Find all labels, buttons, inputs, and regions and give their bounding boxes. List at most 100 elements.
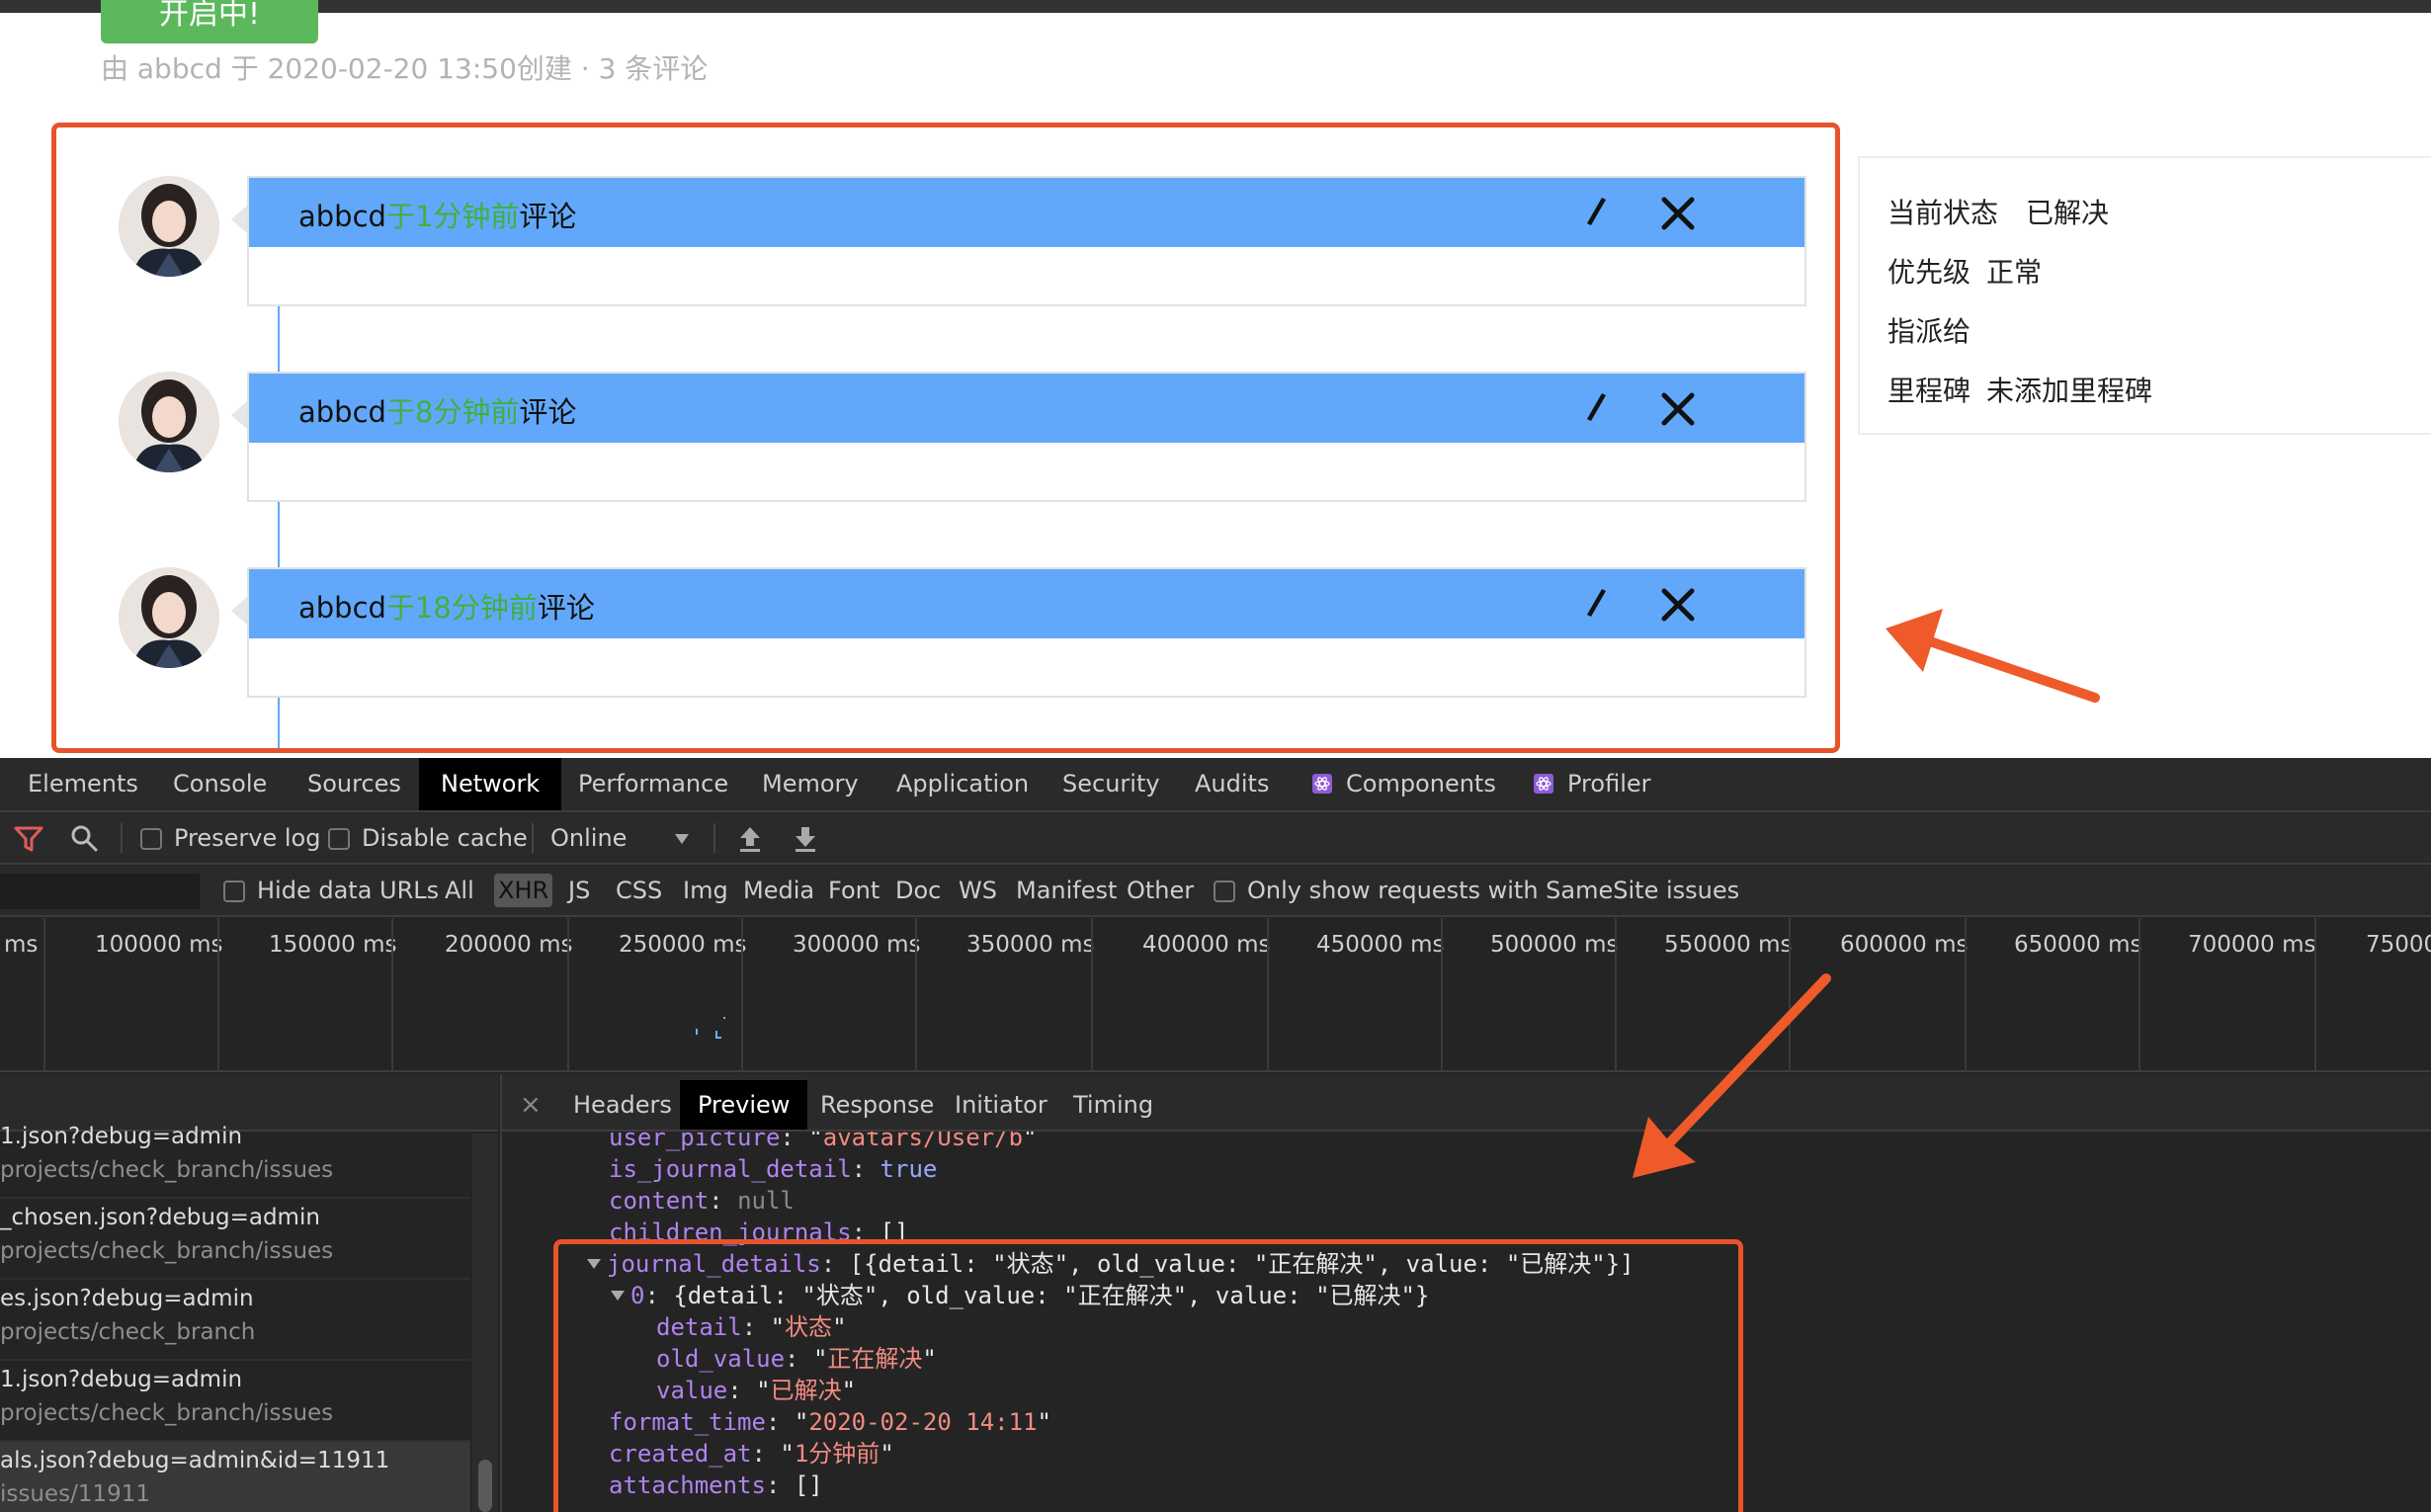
timeline-tick-label: 350000 ms: [966, 932, 1095, 958]
tab-preview[interactable]: Preview: [680, 1080, 808, 1130]
side-row-assignee: 指派给: [1887, 315, 1971, 348]
timeline-tick-label: 700000 ms: [2188, 932, 2316, 958]
request-list-scrollbar[interactable]: [472, 1134, 498, 1512]
import-har-icon[interactable]: [737, 825, 763, 853]
timeline-tick-label: 600000 ms: [1840, 932, 1969, 958]
filter-type-js[interactable]: JS: [568, 866, 590, 915]
tab-headers[interactable]: Headers: [555, 1080, 690, 1130]
detail-tab-bar: × Headers Preview Response Initiator Tim…: [502, 1074, 2431, 1132]
tab-memory[interactable]: Memory: [740, 758, 880, 810]
samesite-filter-checkbox[interactable]: Only show requests with SameSite issues: [1214, 866, 1739, 915]
json-line: content: null: [609, 1187, 795, 1215]
filter-type-css[interactable]: CSS: [616, 866, 662, 915]
timeline-gridline: [567, 918, 569, 1072]
checkbox-box[interactable]: [1214, 881, 1235, 902]
request-name: es.json?debug=admin: [0, 1286, 254, 1311]
network-toolbar: Preserve log Disable cache Online: [0, 813, 2431, 865]
filter-type-xhr[interactable]: XHR: [494, 874, 553, 907]
tab-initiator[interactable]: Initiator: [937, 1080, 1065, 1130]
timeline-tick-label: 100000 ms: [95, 932, 223, 958]
tab-timing[interactable]: Timing: [1055, 1080, 1171, 1130]
timeline-gridline: [1091, 918, 1093, 1072]
filter-type-doc[interactable]: Doc: [895, 866, 941, 915]
json-line: user_picture: "avatars/User/b": [609, 1132, 1038, 1151]
filter-icon[interactable]: [14, 825, 43, 853]
filter-type-img[interactable]: Img: [683, 866, 728, 915]
network-filter-bar: Hide data URLs All XHR JS CSS Img Media …: [0, 866, 2431, 917]
timeline-gridline: [1267, 918, 1269, 1072]
side-row-milestone: 里程碑 未添加里程碑: [1887, 375, 2153, 407]
tab-console[interactable]: Console: [151, 758, 289, 810]
timeline-tick-label: 300000 ms: [793, 932, 921, 958]
request-row[interactable]: 1.json?debug=admin projects/check_branch…: [0, 1361, 470, 1442]
tab-application[interactable]: Application: [875, 758, 1050, 810]
network-overview-timeline[interactable]: ms 100000 ms 150000 ms 200000 ms 250000 …: [0, 918, 2431, 1072]
request-list: 1.json?debug=admin projects/check_branch…: [0, 1074, 498, 1512]
comments-highlight-box: [51, 123, 1840, 753]
tab-elements[interactable]: Elements: [6, 758, 160, 810]
screenshot-root: 开启中! 由 abbcd 于 2020-02-20 13:50创建 · 3 条评…: [0, 0, 2431, 1512]
chevron-down-icon[interactable]: [674, 833, 690, 845]
hide-data-urls-checkbox[interactable]: Hide data URLs: [223, 866, 439, 915]
request-name: 1.json?debug=admin: [0, 1124, 243, 1149]
request-row-selected[interactable]: als.json?debug=admin&id=11911 issues/119…: [0, 1442, 470, 1512]
request-row[interactable]: es.json?debug=admin projects/check_branc…: [0, 1280, 470, 1361]
issue-meta: 由 abbcd 于 2020-02-20 13:50创建 · 3 条评论: [101, 52, 709, 85]
tab-performance[interactable]: Performance: [556, 758, 750, 810]
timeline-gridline: [2314, 918, 2316, 1072]
timeline-tick-label: 500000 ms: [1490, 932, 1619, 958]
timeline-gridline: [1615, 918, 1617, 1072]
search-icon[interactable]: [69, 823, 99, 853]
request-path: projects/check_branch: [0, 1319, 256, 1345]
side-row-priority: 优先级 正常: [1887, 256, 2043, 289]
checkbox-box[interactable]: [223, 881, 245, 902]
timeline-gridline: [1441, 918, 1443, 1072]
tab-profiler-label: Profiler: [1567, 770, 1651, 798]
tab-network[interactable]: Network: [419, 758, 562, 810]
filter-type-media[interactable]: Media: [743, 866, 814, 915]
request-path: projects/check_branch/issues: [0, 1400, 334, 1426]
filter-type-ws[interactable]: WS: [959, 866, 997, 915]
request-name: 1.json?debug=admin: [0, 1367, 243, 1392]
request-path: projects/check_branch/issues: [0, 1238, 334, 1264]
timeline-gridline: [1789, 918, 1791, 1072]
checkbox-box[interactable]: [328, 828, 350, 850]
export-har-icon[interactable]: [793, 825, 818, 853]
request-row[interactable]: _chosen.json?debug=admin projects/check_…: [0, 1199, 470, 1280]
tab-profiler[interactable]: Profiler: [1512, 758, 1673, 810]
side-row-status: 当前状态 已解决: [1887, 197, 2110, 229]
filter-type-font[interactable]: Font: [828, 866, 880, 915]
request-marks: [696, 1017, 725, 1039]
toolbar-separator: [121, 823, 123, 853]
tab-sources[interactable]: Sources: [286, 758, 423, 810]
tab-audits[interactable]: Audits: [1173, 758, 1291, 810]
tab-response[interactable]: Response: [802, 1080, 952, 1130]
browser-top-bar: [0, 0, 2431, 13]
timeline-gridline: [741, 918, 743, 1072]
scrollbar-thumb[interactable]: [478, 1460, 492, 1512]
tab-components-label: Components: [1346, 770, 1496, 798]
disable-cache-checkbox[interactable]: Disable cache: [328, 813, 528, 863]
request-name: _chosen.json?debug=admin: [0, 1205, 320, 1230]
filter-input[interactable]: [0, 874, 200, 909]
request-path: issues/11911: [0, 1481, 150, 1507]
timeline-tick-label: 75000: [2366, 932, 2431, 958]
filter-type-all[interactable]: All: [445, 866, 474, 915]
issue-status-button[interactable]: 开启中!: [101, 0, 318, 43]
timeline-tick-label: 250000 ms: [619, 932, 747, 958]
timeline-tick-label: 650000 ms: [2014, 932, 2142, 958]
filter-type-manifest[interactable]: Manifest: [1016, 866, 1117, 915]
timeline-tick-label: 150000 ms: [269, 932, 397, 958]
timeline-gridline: [2138, 918, 2140, 1072]
checkbox-box[interactable]: [140, 828, 162, 850]
json-line: is_journal_detail: true: [609, 1155, 938, 1183]
request-row[interactable]: 1.json?debug=admin projects/check_branch…: [0, 1118, 470, 1199]
filter-type-other[interactable]: Other: [1127, 866, 1194, 915]
close-icon[interactable]: ×: [520, 1080, 542, 1130]
tab-security[interactable]: Security: [1041, 758, 1182, 810]
timeline-gridline: [915, 918, 917, 1072]
throttling-select[interactable]: Online: [550, 813, 627, 863]
tab-components[interactable]: Components: [1291, 758, 1518, 810]
timeline-gridline: [43, 918, 45, 1072]
preserve-log-checkbox[interactable]: Preserve log: [140, 813, 320, 863]
